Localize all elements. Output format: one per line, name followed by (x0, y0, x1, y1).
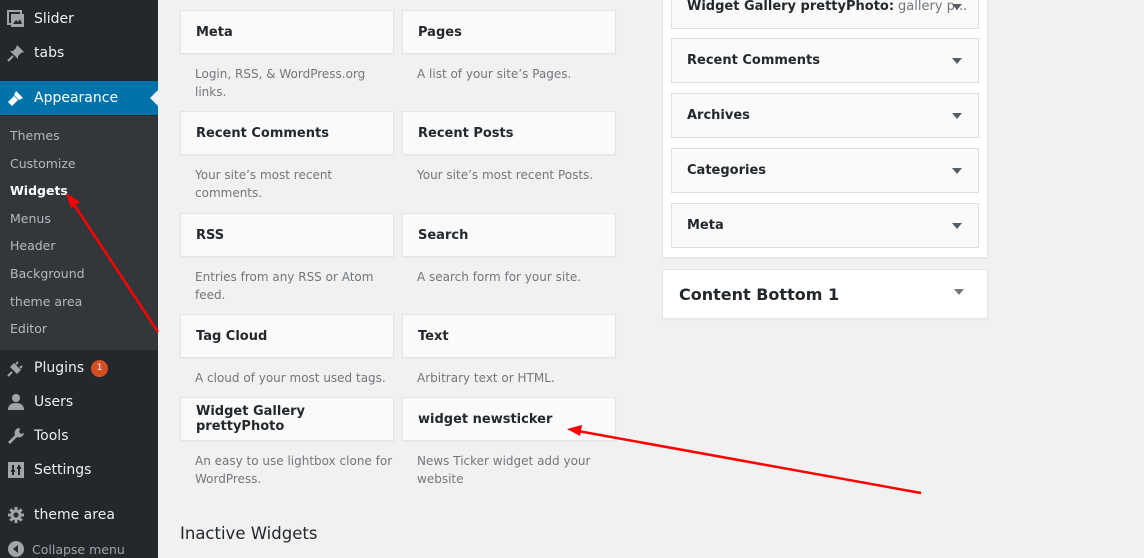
widget-title: Recent Comments (196, 125, 329, 141)
widget-title: widget newsticker (418, 411, 553, 427)
widget-description: Your site’s most recent comments. (195, 168, 333, 200)
submenu-header[interactable]: Header (10, 238, 56, 253)
collapse-menu-button[interactable]: Collapse menu (0, 538, 158, 558)
menu-item-plugins[interactable]: Plugins 1 (0, 351, 158, 385)
widget-meta[interactable]: Meta (180, 10, 394, 54)
inactive-widgets-heading: Inactive Widgets (180, 524, 318, 543)
menu-item-slider[interactable]: Slider (0, 2, 158, 36)
widget-description: Arbitrary text or HTML. (417, 371, 555, 385)
plugin-icon (6, 358, 26, 378)
area-widget-title: Categories (687, 163, 767, 178)
area-widget-title: Widget Gallery prettyPhoto: (687, 0, 895, 14)
pin-icon (6, 43, 26, 63)
menu-item-theme-area[interactable]: theme area (0, 498, 158, 532)
collapse-arrow-icon (6, 539, 26, 558)
widget-rss[interactable]: RSS (180, 213, 394, 257)
submenu-background[interactable]: Background (10, 266, 85, 281)
menu-label: Slider (34, 11, 74, 27)
paintbrush-icon (6, 88, 26, 108)
widget-description: News Ticker widget add your website (417, 454, 591, 486)
menu-item-users[interactable]: Users (0, 385, 158, 419)
expand-toggle-icon[interactable] (954, 289, 964, 295)
menu-item-tabs[interactable]: tabs (0, 36, 158, 70)
menu-label: Appearance (34, 90, 119, 106)
widget-title: Pages (418, 24, 462, 40)
widget-pages[interactable]: Pages (402, 10, 616, 54)
area-widget-archives[interactable]: Archives (671, 93, 979, 138)
widget-title: RSS (196, 227, 225, 243)
widget-text[interactable]: Text (402, 314, 616, 358)
submenu-themes[interactable]: Themes (10, 128, 60, 143)
menu-label: Settings (34, 462, 92, 478)
widget-recent-posts[interactable]: Recent Posts (402, 111, 616, 155)
menu-item-tools[interactable]: Tools (0, 419, 158, 453)
widget-gallery-prettyphoto[interactable]: Widget Gallery prettyPhoto (180, 397, 394, 441)
expand-toggle-icon[interactable] (952, 167, 962, 174)
content-bottom-title: Content Bottom 1 (679, 285, 840, 304)
menu-label: Tools (34, 428, 69, 444)
menu-label: tabs (34, 45, 65, 61)
menu-label: Plugins (34, 360, 85, 376)
widget-newsticker[interactable]: widget newsticker (402, 397, 616, 441)
appearance-submenu: Themes Customize Widgets Menus Header Ba… (0, 116, 158, 350)
wrench-icon (6, 426, 26, 446)
widget-search[interactable]: Search (402, 213, 616, 257)
widget-recent-comments[interactable]: Recent Comments (180, 111, 394, 155)
area-widget-title: Meta (687, 218, 724, 233)
area-widget-meta[interactable]: Meta (671, 203, 979, 248)
widget-description: Login, RSS, & WordPress.org links. (195, 67, 366, 99)
expand-toggle-icon[interactable] (952, 112, 962, 119)
widget-description: Entries from any RSS or Atom feed. (195, 270, 374, 302)
area-widget-categories[interactable]: Categories (671, 148, 979, 193)
area-widget-gallery-prettyphoto[interactable]: Widget Gallery prettyPhoto: gallery p... (671, 0, 979, 29)
menu-label: Users (34, 394, 74, 410)
area-widget-title: Recent Comments (687, 53, 820, 68)
submenu-theme-area[interactable]: theme area (10, 294, 82, 309)
update-count-badge: 1 (91, 359, 109, 377)
expand-toggle-icon[interactable] (952, 222, 962, 229)
submenu-customize[interactable]: Customize (10, 156, 76, 171)
area-widget-recent-comments[interactable]: Recent Comments (671, 38, 979, 83)
widget-tag-cloud[interactable]: Tag Cloud (180, 314, 394, 358)
admin-sidebar: Slider tabs Appearance Themes Customize … (0, 0, 158, 558)
widget-description: A list of your site’s Pages. (417, 67, 572, 81)
widget-description: A search form for your site. (417, 270, 582, 284)
content-bottom-area[interactable]: Content Bottom 1 (662, 269, 988, 319)
expand-toggle-icon[interactable] (952, 3, 962, 10)
collapse-menu-label: Collapse menu (32, 541, 125, 557)
submenu-editor[interactable]: Editor (10, 321, 47, 336)
submenu-widgets[interactable]: Widgets (10, 183, 68, 198)
widget-title: Tag Cloud (196, 328, 268, 344)
users-icon (6, 392, 26, 412)
widget-description: Your site’s most recent Posts. (417, 168, 594, 182)
area-widget-title: Archives (687, 108, 750, 123)
widget-title: Search (418, 227, 469, 243)
widget-description: An easy to use lightbox clone for WordPr… (195, 454, 393, 486)
submenu-menus[interactable]: Menus (10, 211, 51, 226)
widget-title: Text (418, 328, 449, 344)
expand-toggle-icon[interactable] (952, 57, 962, 64)
widget-title: Meta (196, 24, 233, 40)
widget-title: Recent Posts (418, 125, 514, 141)
settings-icon (6, 460, 26, 480)
widget-description: A cloud of your most used tags. (195, 371, 386, 385)
menu-item-appearance[interactable]: Appearance (0, 81, 158, 115)
annotation-arrow-newsticker (567, 425, 922, 495)
menu-label: theme area (34, 507, 115, 523)
menu-item-settings[interactable]: Settings (0, 453, 158, 487)
gear-icon (6, 505, 26, 525)
slider-icon (6, 9, 26, 29)
widget-title: Widget Gallery prettyPhoto (196, 404, 306, 434)
